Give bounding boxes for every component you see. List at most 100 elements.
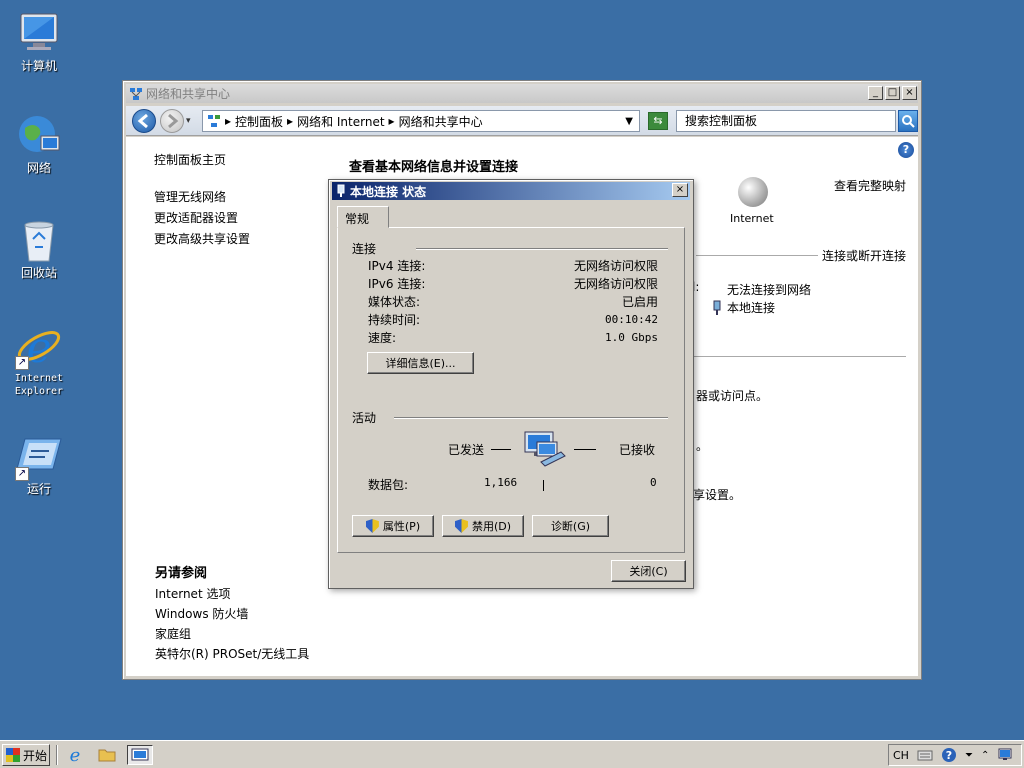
nav-change-adapter[interactable]: 更改适配器设置 bbox=[154, 209, 250, 226]
network-center-icon bbox=[131, 748, 149, 761]
arrow-left-icon bbox=[137, 113, 148, 129]
page-title: 查看基本网络信息并设置连接 bbox=[349, 160, 519, 175]
quicklaunch-explorer[interactable] bbox=[97, 745, 119, 765]
ipv6-value: 无网络访问权限 bbox=[573, 277, 658, 291]
desktop-icon-internet-explorer[interactable]: e ↗ Internet Explorer bbox=[1, 322, 77, 398]
search-input[interactable]: 搜索控制面板 bbox=[676, 110, 896, 132]
uac-shield-icon bbox=[454, 519, 468, 533]
nav-advanced-sharing[interactable]: 更改高级共享设置 bbox=[154, 230, 250, 247]
internet-explorer-icon: e bbox=[70, 745, 81, 766]
keyboard-icon[interactable] bbox=[917, 748, 933, 762]
media-state-label: 媒体状态: bbox=[368, 295, 421, 309]
breadcrumb-item[interactable]: ▸ 网络和 Internet bbox=[287, 113, 385, 130]
taskbar: 开始 e CH ? ⏷ ⌃ bbox=[0, 740, 1024, 768]
address-bar[interactable]: ▸ 控制面板 ▸ 网络和 Internet ▸ 网络和共享中心 ▼ bbox=[202, 110, 640, 132]
activity-line bbox=[574, 449, 596, 450]
task-description-fragment: 。 bbox=[696, 439, 709, 453]
see-also-section: 另请参阅 Internet 选项 Windows 防火墙 家庭组 英特尔(R) … bbox=[155, 562, 309, 665]
network-icon bbox=[15, 112, 63, 160]
task-description-fragment: 器或访问点。 bbox=[696, 389, 769, 403]
connect-disconnect-link[interactable]: 连接或断开连接 bbox=[817, 247, 906, 264]
network-tray-icon[interactable] bbox=[997, 748, 1013, 762]
desktop-icon-label: 计算机 bbox=[20, 59, 57, 73]
desktop-icon-recycle-bin[interactable]: 回收站 bbox=[1, 217, 77, 280]
see-also-firewall[interactable]: Windows 防火墙 bbox=[155, 605, 309, 622]
desktop-icon-run[interactable]: ↗ 运行 bbox=[1, 433, 77, 496]
properties-button[interactable]: 属性(P) bbox=[352, 515, 434, 537]
ipv4-value: 无网络访问权限 bbox=[573, 259, 658, 273]
local-connection-link[interactable]: 本地连接 bbox=[727, 299, 775, 316]
disable-label: 禁用(D) bbox=[471, 519, 512, 533]
activity-group-label: 活动 bbox=[352, 409, 383, 426]
recent-pages-dropdown[interactable]: ▾ bbox=[186, 116, 191, 126]
see-also-intel-proset[interactable]: 英特尔(R) PROSet/无线工具 bbox=[155, 645, 309, 662]
view-full-map-link[interactable]: 查看完整映射 bbox=[834, 177, 906, 194]
disable-button[interactable]: 禁用(D) bbox=[442, 515, 524, 537]
back-button[interactable] bbox=[132, 109, 156, 133]
help-icon[interactable]: ? bbox=[898, 142, 914, 158]
dialog-title: 本地连接 状态 bbox=[350, 184, 427, 199]
breadcrumb-item[interactable]: ▸ 网络和共享中心 bbox=[389, 113, 483, 130]
tab-panel: 连接 IPv4 连接: 无网络访问权限 IPv6 连接: 无网络访问权限 媒体状… bbox=[337, 227, 685, 553]
access-type-value: 无法连接到网络 bbox=[727, 283, 812, 297]
window-titlebar[interactable]: 网络和共享中心 _ □ × bbox=[126, 84, 918, 103]
duration-value: 00:10:42 bbox=[605, 313, 658, 326]
status-row: IPv4 连接: 无网络访问权限 bbox=[368, 258, 658, 274]
sent-packets-value: 1,166 bbox=[484, 476, 518, 489]
received-label: 已接收 bbox=[619, 443, 656, 457]
ethernet-plug-icon bbox=[713, 300, 721, 315]
dialog-close-button[interactable]: × bbox=[672, 183, 688, 197]
search-button[interactable] bbox=[898, 110, 918, 132]
arrow-right-icon bbox=[168, 113, 179, 129]
address-dropdown-icon[interactable]: ▼ bbox=[625, 116, 633, 127]
duration-label: 持续时间: bbox=[368, 313, 421, 327]
internet-explorer-icon: e ↗ bbox=[15, 322, 63, 372]
start-label: 开始 bbox=[23, 748, 48, 763]
nav-manage-wireless[interactable]: 管理无线网络 bbox=[154, 188, 250, 205]
close-button[interactable]: × bbox=[902, 86, 917, 100]
ipv4-label: IPv4 连接: bbox=[368, 259, 426, 273]
show-hidden-icons[interactable]: ⌃ bbox=[981, 750, 989, 761]
tab-general[interactable]: 常规 bbox=[337, 206, 389, 228]
divider bbox=[696, 255, 818, 256]
start-button[interactable]: 开始 bbox=[2, 744, 50, 766]
desktop-icon-label: 回收站 bbox=[20, 266, 57, 280]
refresh-button[interactable]: ⇆ bbox=[648, 112, 668, 130]
task-description-fragment: 享设置。 bbox=[693, 488, 742, 502]
language-indicator[interactable]: CH bbox=[893, 749, 909, 762]
shortcut-arrow-icon: ↗ bbox=[15, 356, 29, 370]
run-icon: ↗ bbox=[15, 433, 63, 481]
see-also-homegroup[interactable]: 家庭组 bbox=[155, 625, 309, 642]
internet-label: Internet bbox=[730, 212, 774, 225]
network-activity-icon bbox=[524, 431, 566, 467]
desktop-icon-network[interactable]: 网络 bbox=[1, 112, 77, 175]
desktop-icon-computer[interactable]: 计算机 bbox=[1, 10, 77, 73]
ethernet-plug-icon bbox=[337, 184, 345, 197]
forward-button[interactable] bbox=[160, 109, 184, 133]
close-dialog-button[interactable]: 关闭(C) bbox=[611, 560, 686, 582]
shortcut-arrow-icon: ↗ bbox=[15, 467, 29, 481]
breadcrumb-label: 网络和共享中心 bbox=[398, 114, 483, 129]
details-button[interactable]: 详细信息(E)... bbox=[367, 352, 474, 374]
status-row: 持续时间: 00:10:42 bbox=[368, 312, 658, 328]
taskbar-window-network-center[interactable] bbox=[127, 745, 153, 765]
svg-text:e: e bbox=[70, 745, 81, 765]
see-also-header: 另请参阅 bbox=[155, 566, 208, 581]
address-toolbar: ▾ ▸ 控制面板 ▸ 网络和 Internet ▸ 网络和共享中心 ▼ ⇆ 搜索… bbox=[126, 106, 918, 136]
dialog-titlebar[interactable]: 本地连接 状态 × bbox=[332, 182, 690, 200]
diagnose-button[interactable]: 诊断(G) bbox=[532, 515, 609, 537]
breadcrumb-item[interactable]: ▸ 控制面板 bbox=[225, 113, 283, 130]
help-icon[interactable]: ? bbox=[941, 747, 957, 763]
maximize-button[interactable]: □ bbox=[885, 86, 900, 100]
divider bbox=[691, 356, 906, 357]
desktop-icon-label: 运行 bbox=[26, 482, 51, 496]
ime-options-icon[interactable]: ⏷ bbox=[965, 750, 973, 761]
quicklaunch-ie[interactable]: e bbox=[65, 745, 87, 766]
see-also-internet-options[interactable]: Internet 选项 bbox=[155, 585, 309, 602]
group-divider bbox=[416, 248, 668, 250]
local-connection-status-dialog: 本地连接 状态 × 常规 连接 IPv4 连接: 无网络访问权限 IPv6 连接… bbox=[328, 179, 694, 589]
window-title: 网络和共享中心 bbox=[146, 87, 231, 101]
nav-control-panel-home[interactable]: 控制面板主页 bbox=[154, 151, 250, 168]
minimize-button[interactable]: _ bbox=[868, 86, 883, 100]
desktop-icon-label: 网络 bbox=[26, 161, 51, 175]
